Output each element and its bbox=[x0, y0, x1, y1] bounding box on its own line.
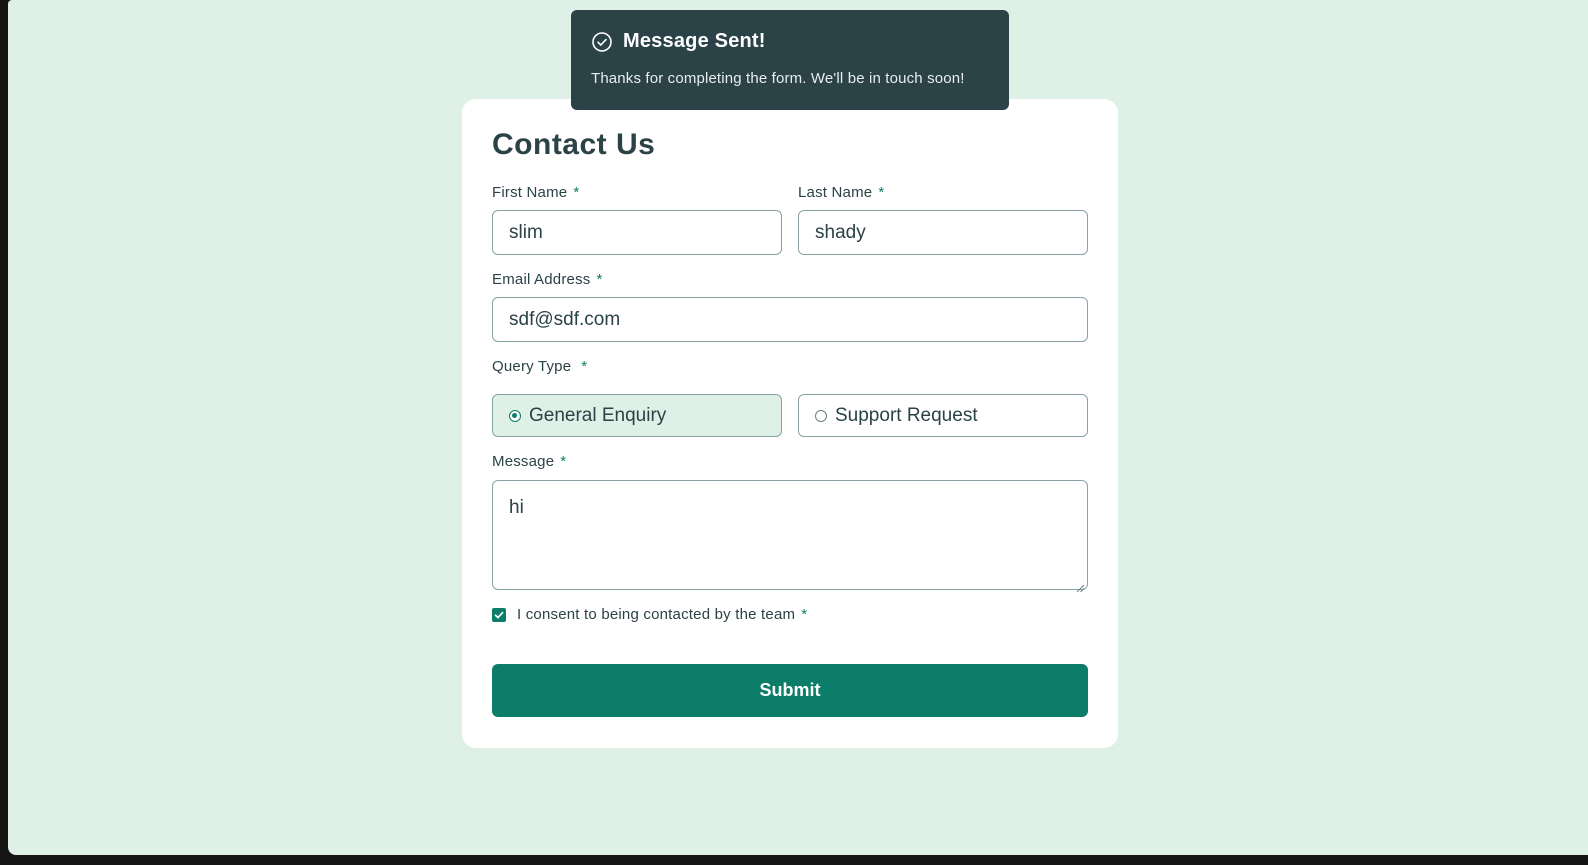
message-value: hi bbox=[509, 497, 524, 518]
toast-title: Message Sent! bbox=[623, 30, 766, 52]
check-circle-icon bbox=[591, 31, 613, 53]
last-name-value: shady bbox=[815, 221, 866, 243]
first-name-label: First Name * bbox=[492, 184, 579, 201]
email-label: Email Address * bbox=[492, 271, 603, 288]
message-label-text: Message bbox=[492, 453, 555, 470]
last-name-label-text: Last Name bbox=[798, 184, 873, 201]
email-label-text: Email Address bbox=[492, 271, 591, 288]
resize-handle-icon[interactable] bbox=[1075, 577, 1085, 593]
required-marker: * bbox=[573, 184, 580, 201]
radio-support-request-label: Support Request bbox=[835, 404, 978, 426]
checkmark-icon bbox=[494, 611, 504, 618]
required-marker: * bbox=[560, 453, 567, 470]
message-label: Message * bbox=[492, 453, 566, 470]
required-marker: * bbox=[596, 271, 603, 288]
first-name-label-text: First Name bbox=[492, 184, 568, 201]
query-type-label-text: Query Type bbox=[492, 358, 572, 375]
radio-unselected-indicator[interactable] bbox=[815, 409, 827, 422]
consent-label: I consent to being contacted by the team… bbox=[517, 606, 807, 623]
first-name-value: slim bbox=[509, 221, 543, 243]
submit-button[interactable]: Submit bbox=[492, 664, 1088, 717]
success-toast: Message Sent! Thanks for completing the … bbox=[571, 10, 1009, 110]
last-name-input[interactable]: shady bbox=[798, 210, 1088, 255]
email-value: sdf@sdf.com bbox=[509, 308, 621, 330]
message-textarea[interactable]: hi bbox=[492, 480, 1088, 593]
consent-row: I consent to being contacted by the team… bbox=[492, 606, 807, 623]
first-name-input[interactable]: slim bbox=[492, 210, 782, 255]
form-title: Contact Us bbox=[492, 128, 656, 161]
toast-header: Message Sent! bbox=[591, 30, 989, 53]
radio-support-request[interactable]: Support Request bbox=[798, 394, 1088, 437]
radio-selected-indicator[interactable] bbox=[509, 409, 521, 422]
toast-message: Thanks for completing the form. We'll be… bbox=[591, 70, 965, 87]
email-input[interactable]: sdf@sdf.com bbox=[492, 297, 1088, 342]
query-type-label: Query Type * bbox=[492, 358, 587, 375]
radio-general-enquiry[interactable]: General Enquiry bbox=[492, 394, 782, 437]
radio-general-enquiry-label: General Enquiry bbox=[529, 404, 667, 426]
required-marker: * bbox=[581, 358, 588, 375]
required-marker: * bbox=[801, 606, 808, 623]
consent-checkbox[interactable] bbox=[492, 607, 506, 622]
last-name-label: Last Name * bbox=[798, 184, 884, 201]
consent-label-text: I consent to being contacted by the team bbox=[517, 606, 796, 623]
required-marker: * bbox=[878, 184, 885, 201]
